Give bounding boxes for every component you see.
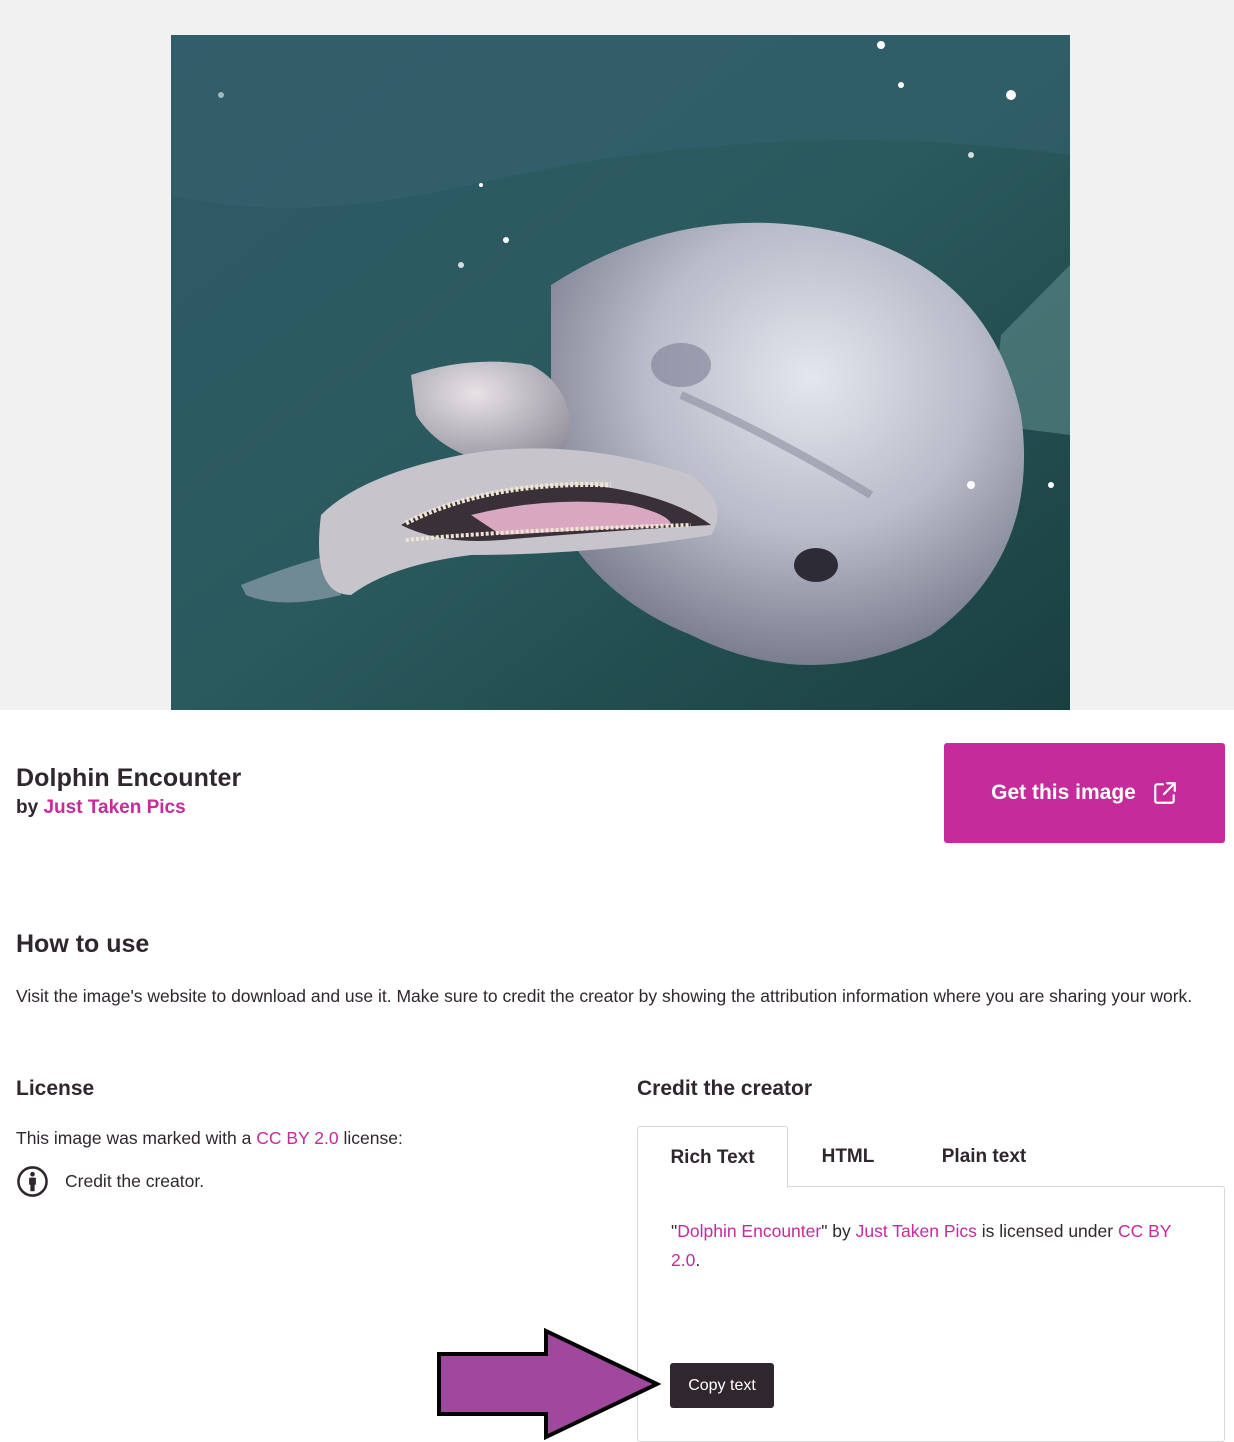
how-to-use-description: Visit the image's website to download an… xyxy=(16,986,1193,1006)
attribution-by: " by xyxy=(821,1221,856,1241)
license-requirement-label: Credit the creator. xyxy=(65,1171,205,1191)
cc-by-attribution-icon xyxy=(17,1166,48,1197)
tab-rich-text[interactable]: Rich Text xyxy=(637,1126,788,1188)
annotation-arrow-icon xyxy=(437,1328,661,1440)
attribution-format-tabs: Rich Text HTML Plain text xyxy=(637,1126,1060,1188)
license-heading: License xyxy=(16,1077,95,1100)
get-this-image-label: Get this image xyxy=(991,781,1136,804)
how-to-use-heading: How to use xyxy=(16,930,150,958)
attribution-end: . xyxy=(695,1250,701,1270)
image-hero xyxy=(0,0,1234,710)
license-requirement-attribution: Credit the creator. xyxy=(16,1165,204,1198)
dolphin-photo xyxy=(171,35,1070,710)
license-text-prefix: This image was marked with a xyxy=(16,1128,252,1148)
creator-link[interactable]: Just Taken Pics xyxy=(43,797,185,818)
license-text-suffix: license: xyxy=(343,1128,403,1148)
credit-creator-heading: Credit the creator xyxy=(637,1077,813,1100)
byline: by Just Taken Pics xyxy=(16,797,186,819)
attribution-creator-link[interactable]: Just Taken Pics xyxy=(856,1221,977,1241)
attribution-text: "Dolphin Encounter" by Just Taken Pics i… xyxy=(671,1217,1191,1275)
attribution-title-link[interactable]: Dolphin Encounter xyxy=(677,1221,821,1241)
tab-plain-text[interactable]: Plain text xyxy=(908,1126,1060,1187)
get-this-image-button[interactable]: Get this image xyxy=(944,743,1225,843)
dolphin-photo-graphic xyxy=(171,35,1070,710)
attribution-licensed-under: is licensed under xyxy=(976,1221,1118,1241)
image-title: Dolphin Encounter xyxy=(16,764,242,792)
external-link-icon xyxy=(1154,782,1176,804)
copy-text-button[interactable]: Copy text xyxy=(670,1363,774,1408)
tab-html[interactable]: HTML xyxy=(788,1126,908,1187)
license-link[interactable]: CC BY 2.0 xyxy=(256,1128,338,1148)
license-description: This image was marked with a CC BY 2.0 l… xyxy=(16,1128,403,1149)
byline-prefix: by xyxy=(16,797,39,818)
